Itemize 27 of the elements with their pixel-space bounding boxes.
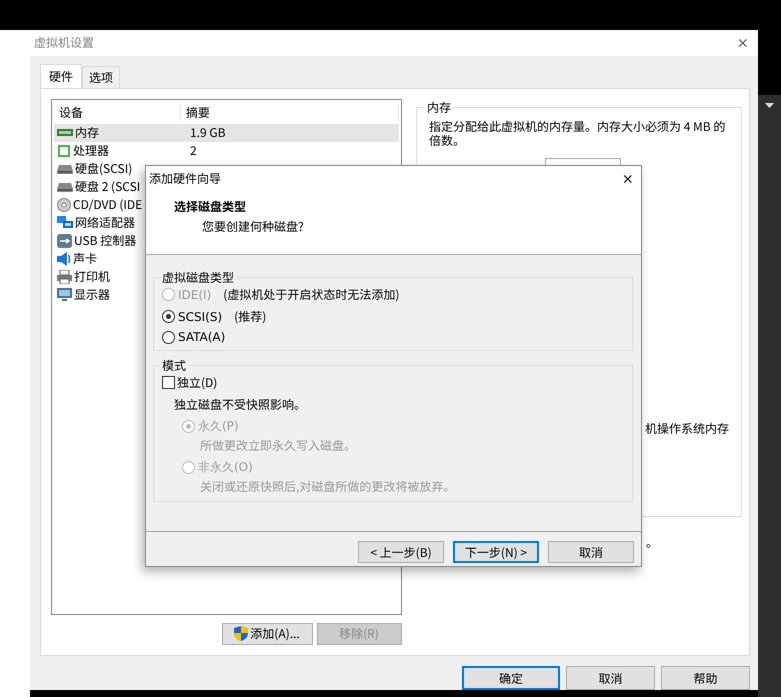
window-title: 虚拟机设置 [34,34,94,52]
option-hint: 关闭或还原快照后,对磁盘所做的更改将被放弃。 [199,478,456,495]
device-name: 声卡 [73,250,98,268]
device-name: CD/DVD (IDE [73,196,142,214]
memory-note: 机操作系统内存 [645,420,730,437]
memory-note: 。 [646,534,658,551]
option-hint: 所做更改立即永久写入磁盘。 [199,437,358,454]
memory-description: 指定分配给此虚拟机的内存量。内存大小必须为 4 MB 的倍数。 [429,120,726,148]
wizard-subheading: 您要创建何种磁盘? [201,218,305,235]
device-name: 打印机 [74,268,110,286]
device-name: 处理器 [73,142,110,160]
group-title: 虚拟磁盘类型 [161,269,236,286]
dialog-title: 添加硬件向导 [149,170,222,187]
device-name: 硬盘(SCSI) [75,160,132,178]
device-summary: 2 [189,142,197,160]
option-note: (推荐) [234,308,266,325]
option-note: (虚拟机处于开启状态时无法添加) [223,286,400,303]
device-name: 硬盘 2 (SCSI [75,178,140,196]
wizard-heading: 选择磁盘类型 [174,198,248,215]
mode-description: 独立磁盘不受快照影响。 [173,396,308,413]
device-name: USB 控制器 [74,232,136,250]
device-name: 显示器 [74,286,110,304]
group-title: 模式 [161,357,188,374]
device-name: 内存 [75,124,100,142]
group-title: 内存 [426,98,452,116]
device-summary: 1.9 GB [189,124,226,142]
device-name: 网络适配器 [75,214,136,232]
